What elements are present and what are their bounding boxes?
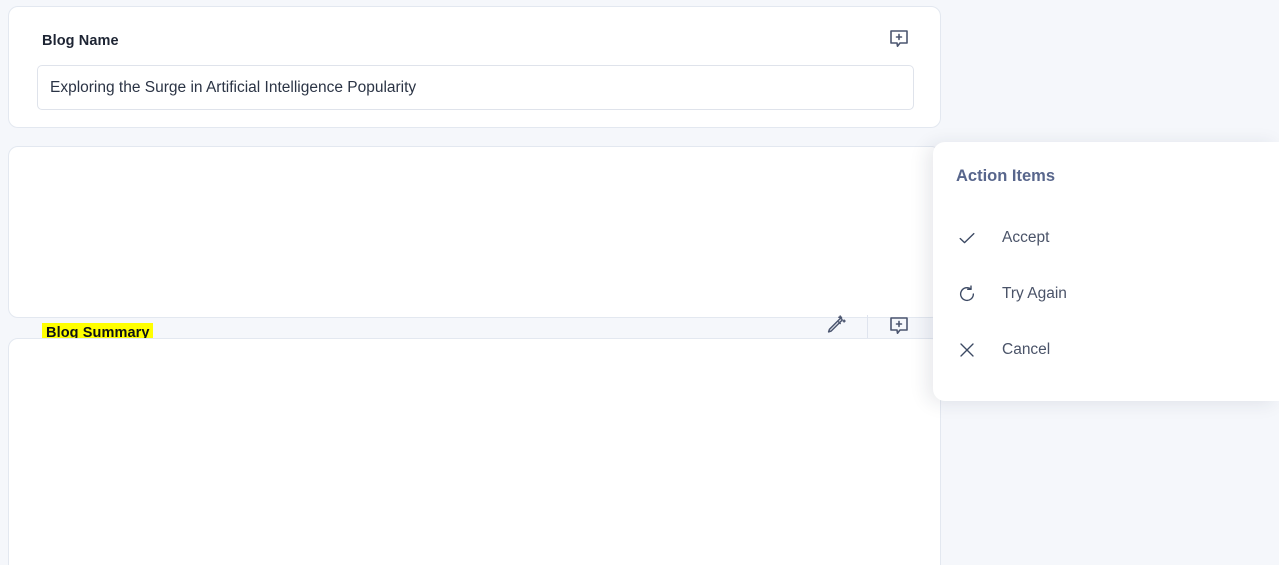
blog-content-card: Blog Content Expand Text Editor B: [8, 338, 941, 565]
blog-name-input[interactable]: [37, 65, 914, 110]
action-item-label: Accept: [1002, 229, 1050, 246]
add-comment-icon[interactable]: [887, 27, 911, 51]
action-item-try-again[interactable]: Try Again: [956, 277, 1256, 311]
action-items-panel: Action Items Accept Try Again Cancel: [933, 142, 1279, 401]
action-item-label: Cancel: [1002, 341, 1051, 358]
close-icon: [956, 339, 978, 361]
action-item-label: Try Again: [1002, 285, 1067, 302]
toolbar-divider: [867, 315, 868, 339]
blog-name-card: Blog Name: [8, 6, 941, 128]
blog-name-label: Blog Name: [42, 33, 119, 49]
blog-summary-card: Blog Summary Artificial Intelligence (AI…: [8, 146, 941, 441]
action-item-accept[interactable]: Accept: [956, 221, 1256, 255]
refresh-icon: [956, 283, 978, 305]
action-items-title: Action Items: [956, 167, 1056, 185]
check-icon: [956, 227, 978, 249]
magic-wand-icon[interactable]: [824, 314, 848, 338]
add-comment-icon[interactable]: [887, 314, 911, 338]
action-item-cancel[interactable]: Cancel: [956, 333, 1256, 367]
page-root: Blog Name Blog Summary: [0, 0, 1279, 565]
